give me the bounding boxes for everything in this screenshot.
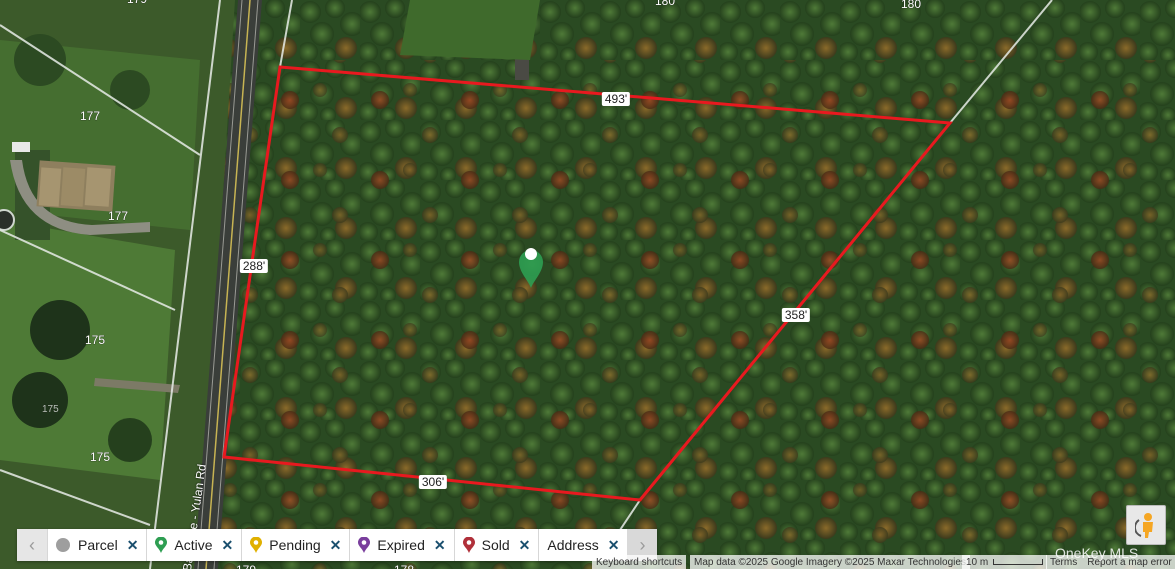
parcel-number: 177 xyxy=(108,209,128,223)
filter-chip-expired[interactable]: Expired ✕ xyxy=(349,529,453,561)
purple-pin-icon xyxy=(358,537,371,553)
close-icon[interactable]: ✕ xyxy=(222,537,234,554)
dimension-label-right: 358' xyxy=(781,308,811,322)
filter-chip-active[interactable]: Active ✕ xyxy=(146,529,241,561)
dimension-label-bottom: 306' xyxy=(418,475,448,489)
dimension-label-top: 493' xyxy=(601,92,631,106)
filter-chip-pending[interactable]: Pending ✕ xyxy=(241,529,349,561)
green-pin-icon xyxy=(155,537,168,553)
filter-prev-button[interactable]: ‹ xyxy=(17,529,47,561)
parcel-number: 180 xyxy=(901,0,921,11)
close-icon[interactable]: ✕ xyxy=(434,537,446,554)
yellow-pin-icon xyxy=(250,537,263,553)
close-icon[interactable]: ✕ xyxy=(519,537,531,554)
filter-chip-label: Parcel xyxy=(78,537,118,553)
filter-chip-label: Expired xyxy=(377,537,425,553)
filter-chip-label: Sold xyxy=(481,537,510,553)
filter-chip-parcel[interactable]: Parcel ✕ xyxy=(47,529,146,561)
filter-chip-sold[interactable]: Sold ✕ xyxy=(453,529,539,561)
status-filter-bar: ‹ Parcel ✕ Active ✕ Pending ✕ Expired ✕ … xyxy=(17,529,658,561)
scale-bar[interactable]: 10 m xyxy=(962,555,1048,569)
close-icon[interactable]: ✕ xyxy=(127,537,139,554)
dimension-label-left: 288' xyxy=(239,259,269,273)
keyboard-shortcuts-link[interactable]: Keyboard shortcuts xyxy=(592,555,687,569)
parcel-number: 177 xyxy=(80,109,100,123)
watermark-logo: OneKey MLS xyxy=(1055,545,1139,561)
red-pin-icon xyxy=(462,537,475,553)
parcel-number: 175 xyxy=(42,404,59,415)
satellite-imagery: 177 177 175 175 175 180 180 179 179 178 xyxy=(0,0,1175,569)
parcel-number: 179 xyxy=(236,563,256,569)
scale-label: 10 m xyxy=(966,556,989,568)
parcel-number: 175 xyxy=(90,450,110,464)
filter-chip-label: Pending xyxy=(269,537,321,553)
gray-dot-icon xyxy=(56,538,70,552)
map-view[interactable]: 177 177 175 175 175 180 180 179 179 178 … xyxy=(0,0,1175,569)
close-icon[interactable]: ✕ xyxy=(608,537,620,554)
parcel-number: 178 xyxy=(394,563,414,569)
close-icon[interactable]: ✕ xyxy=(330,537,342,554)
filter-chip-label: Active xyxy=(174,537,213,553)
parcel-number: 175 xyxy=(85,333,105,347)
parcel-number: 180 xyxy=(655,0,675,8)
street-view-pegman-button[interactable] xyxy=(1126,505,1166,545)
scale-bar-line xyxy=(993,559,1044,565)
pegman-icon xyxy=(1135,513,1153,538)
map-attribution: Map data ©2025 Google Imagery ©2025 Maxa… xyxy=(690,555,970,569)
filter-chip-label: Address xyxy=(547,537,599,553)
parcel-number: 179 xyxy=(127,0,147,6)
